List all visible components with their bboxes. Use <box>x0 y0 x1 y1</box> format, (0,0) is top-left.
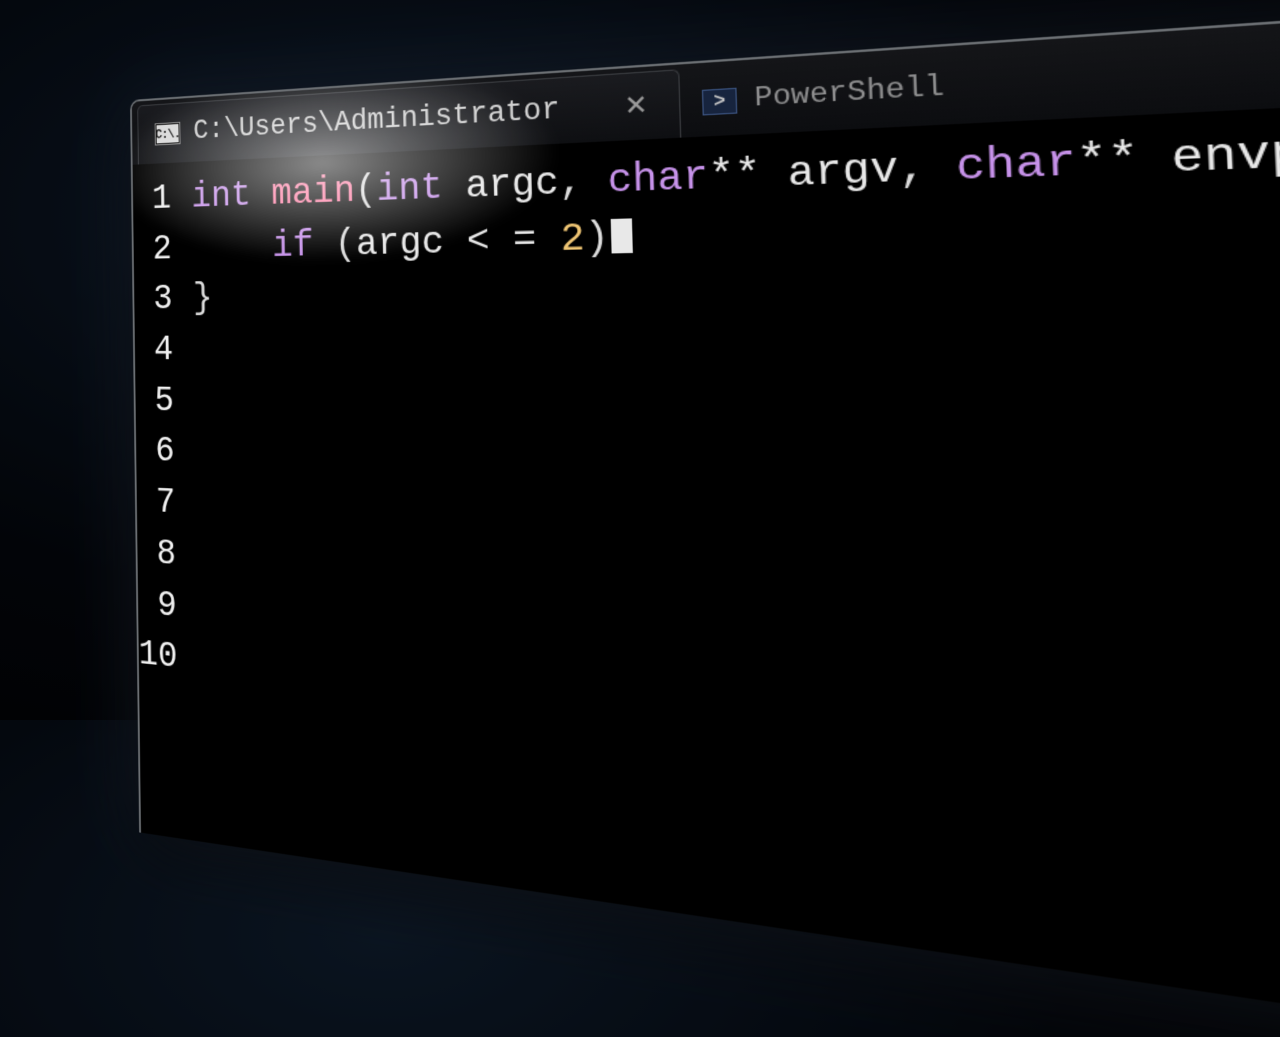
line-number-gutter: 1 2 3 4 5 6 7 8 9 10 <box>133 167 193 840</box>
close-tab-button[interactable]: ✕ <box>614 83 658 129</box>
tab-label: PowerShell <box>754 71 945 115</box>
terminal-window: C:\. C:\Users\Administrator ✕ > PowerShe… <box>130 0 1280 1037</box>
editor-pane[interactable]: 1 2 3 4 5 6 7 8 9 10 int main(int argc, … <box>133 83 1280 1037</box>
code-content: int main(int argc, char** argv, char** e… <box>184 109 1280 1030</box>
powershell-icon: > <box>702 87 737 115</box>
tab-label: C:\Users\Administrator <box>193 94 560 147</box>
tab-powershell[interactable]: > PowerShell <box>679 45 971 138</box>
cmd-icon: C:\. <box>155 122 181 146</box>
text-cursor <box>611 218 633 253</box>
